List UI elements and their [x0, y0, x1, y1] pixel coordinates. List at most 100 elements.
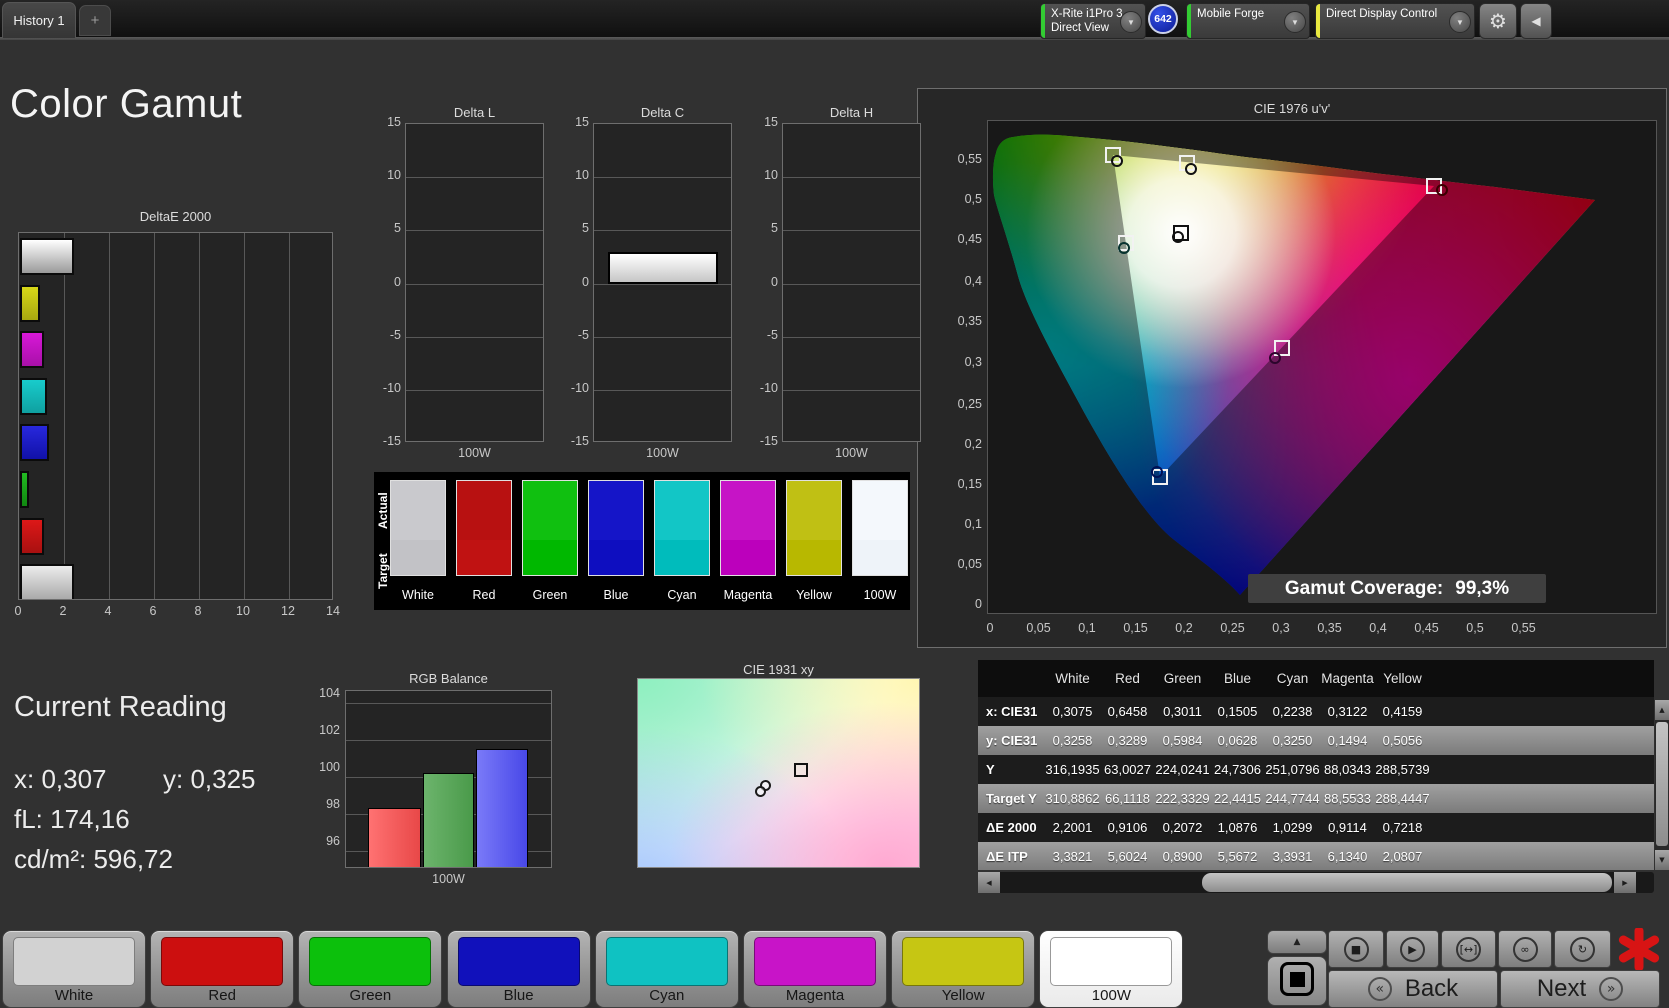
deltae-x-tick: 0	[14, 604, 22, 618]
cie1976-x-tick: 0,2	[1175, 621, 1193, 635]
table-horizontal-scrollbar[interactable]: ◀ ▶	[978, 872, 1654, 893]
pattern-button-blue[interactable]: Blue	[446, 930, 591, 1008]
refresh-button[interactable]: ↻	[1554, 930, 1611, 968]
table-cell: 310,8862	[1045, 791, 1100, 806]
table-cell: 88,0343	[1324, 762, 1371, 777]
deltae-gridline	[154, 233, 155, 599]
gear-icon[interactable]: ⚙	[1479, 3, 1517, 39]
rgb-y-tick: 98	[326, 797, 340, 811]
meter-dropdown[interactable]: X-Rite i1Pro 3 Direct View ▼	[1040, 3, 1146, 39]
pattern-label: Cyan	[649, 987, 685, 1004]
table-cell: 244,7744	[1265, 791, 1320, 806]
required-asterisk-icon	[1618, 928, 1660, 970]
cie1976-diagram	[992, 134, 1596, 596]
cie1976-x-tick: 0,1	[1078, 621, 1096, 635]
stop-button[interactable]: ■	[1328, 930, 1384, 968]
delta-chart-area-1	[593, 123, 732, 442]
cie1976-y-tick: 0,3	[964, 355, 982, 369]
rgb-balance-chart-area	[345, 690, 552, 868]
swatch-column-red	[456, 480, 512, 576]
display-control-dropdown[interactable]: Direct Display Control ▼	[1315, 3, 1475, 39]
delta-gridline	[783, 177, 920, 179]
reading-x: x: 0,307	[14, 764, 107, 794]
pattern-label: 100W	[1091, 987, 1131, 1004]
pattern-button-magenta[interactable]: Magenta	[743, 930, 887, 1008]
swatch-actual	[589, 481, 643, 541]
table-cell: 288,4447	[1375, 791, 1430, 806]
chevron-down-icon[interactable]: ▼	[1284, 11, 1306, 33]
rgb-balance-title: RGB Balance	[409, 671, 488, 686]
vscroll-thumb[interactable]	[1656, 722, 1668, 846]
chevron-down-icon[interactable]: ▼	[1449, 11, 1471, 33]
chevron-down-icon[interactable]: ▼	[1120, 11, 1142, 33]
row-label: Y	[986, 762, 995, 777]
swatch-actual	[391, 481, 445, 541]
pattern-button-red[interactable]: Red	[150, 930, 295, 1008]
collapse-panel-icon[interactable]: ◀	[1520, 3, 1552, 39]
swatch-column-green	[522, 480, 578, 576]
deltae-x-tick: 10	[236, 604, 250, 618]
delta-y-tick: -10	[382, 381, 401, 395]
table-cell: 5,5672	[1217, 849, 1258, 864]
pattern-button-yellow[interactable]: Yellow	[891, 930, 1036, 1008]
column-header-yellow: Yellow	[1383, 671, 1422, 686]
display-control-status-bar	[1316, 4, 1320, 38]
chevron-left-icon: «	[1367, 977, 1392, 1001]
cie1976-y-tick: 0,05	[957, 557, 982, 571]
delta-gridline	[594, 177, 731, 179]
source-label: Mobile Forge	[1197, 8, 1265, 20]
pattern-range-button[interactable]: [↔]	[1441, 930, 1496, 968]
hscroll-thumb[interactable]	[1202, 873, 1612, 892]
swatch-target	[853, 540, 907, 575]
pattern-button-cyan[interactable]: Cyan	[594, 930, 739, 1008]
delta-gridline	[406, 390, 543, 391]
play-button[interactable]: ▶	[1386, 930, 1439, 968]
column-header-white: White	[1055, 671, 1090, 686]
deltae-gridline	[199, 233, 200, 599]
rgb-bar-red	[368, 808, 421, 867]
cie1976-y-tick: 0,2	[964, 437, 982, 451]
swatch-column-blue	[588, 480, 644, 576]
table-cell: 0,3011	[1163, 704, 1202, 719]
next-button[interactable]: Next »	[1500, 970, 1660, 1008]
back-button[interactable]: « Back	[1328, 970, 1498, 1008]
deltae-bar-yellow	[20, 284, 41, 322]
source-dropdown[interactable]: Mobile Forge ▼	[1186, 3, 1310, 39]
delta-y-tick: -5	[577, 327, 589, 342]
delta-chart-title-2: Delta H	[829, 105, 874, 120]
meter-status-bar	[1041, 4, 1045, 38]
tab-history-1[interactable]: History 1	[2, 2, 76, 38]
table-cell: 0,3122	[1327, 704, 1368, 719]
table-row-2: y: CIE31 0,3258 0,3289 0,5984 0,0628 0,3250 0,…	[978, 726, 1654, 755]
scroll-up-icon[interactable]: ▲	[1655, 700, 1669, 720]
table-cell: 0,4159	[1382, 704, 1423, 719]
scroll-down-icon[interactable]: ▼	[1655, 850, 1669, 870]
scroll-left-icon[interactable]: ◀	[978, 872, 1000, 893]
cie1976-y-tick: 0,35	[957, 314, 982, 328]
scroll-right-icon[interactable]: ▶	[1614, 872, 1636, 893]
table-cell: 251,0796	[1265, 762, 1320, 777]
pattern-window-button[interactable]	[1267, 956, 1327, 1006]
loop-button[interactable]: ∞	[1498, 930, 1552, 968]
pattern-button-100w[interactable]: 100W	[1039, 930, 1184, 1008]
swatch-label: 100W	[863, 588, 897, 602]
deltae-gridline	[64, 233, 65, 599]
table-cell: 1,0299	[1272, 820, 1313, 835]
table-vertical-scrollbar[interactable]: ▲ ▼	[1655, 700, 1669, 870]
deltae-chart-area	[18, 232, 333, 600]
meter-label: X-Rite i1Pro 3 Direct View	[1051, 8, 1123, 34]
table-cell: 0,2238	[1272, 704, 1313, 719]
delta-y-tick: -15	[759, 434, 778, 449]
rgb-y-tick: 96	[326, 834, 340, 848]
pattern-button-green[interactable]: Green	[298, 930, 443, 1008]
delta-y-tick: 10	[764, 168, 778, 183]
current-reading-title: Current Reading	[14, 691, 227, 723]
pattern-button-white[interactable]: White	[2, 930, 146, 1008]
pattern-window-up-button[interactable]: ▲	[1267, 930, 1327, 954]
delta-x-label-2: 100W	[835, 446, 868, 460]
cie1976-y-tick: 0,55	[957, 152, 982, 166]
cie1976-y-tick: 0,5	[964, 192, 982, 206]
delta-gridline	[594, 336, 731, 338]
add-tab-button[interactable]: +	[79, 5, 111, 36]
deltae-bar-white	[20, 238, 74, 275]
